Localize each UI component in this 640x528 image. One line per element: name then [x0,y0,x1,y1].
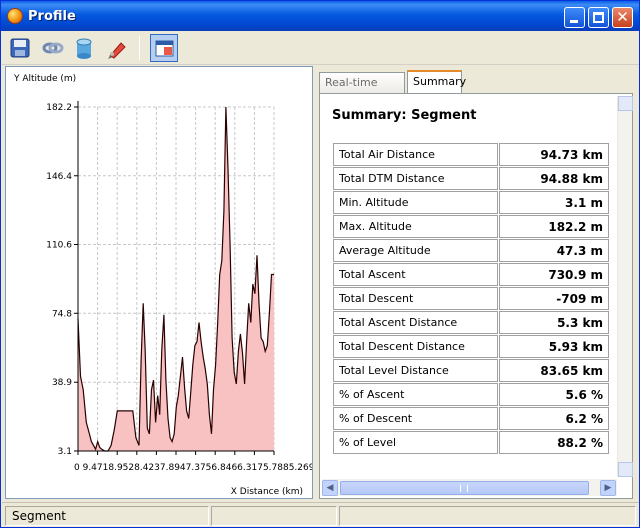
summary-table: Total Air Distance 94.73 km Total DTM Dist… [332,142,610,455]
summary-row: Total DTM Distance 94.88 km [333,167,609,190]
grip-icon [460,485,468,492]
y-tick-label: 182.2 [46,103,72,113]
maximize-button[interactable] [588,7,609,28]
summary-value: 6.2 % [499,407,609,430]
horizontal-scroll-thumb[interactable] [340,481,589,495]
scroll-down-icon[interactable] [618,462,633,477]
scroll-right-icon[interactable]: ▶ [600,480,616,496]
summary-label: % of Ascent [333,383,498,406]
summary-value: 47.3 m [499,239,609,262]
y-tick-label: 3.1 [58,447,72,457]
profile-chart: Y Altitude (m) X Distance (km) 3.1 38.9 74.8… [5,66,335,499]
summary-panel: Real-time Profile Summary Summary: Segme… [319,66,633,499]
summary-label: Total Ascent Distance [333,311,498,334]
summary-value: 5.6 % [499,383,609,406]
minimize-icon [570,20,578,23]
summary-heading: Summary: Segment [332,108,477,123]
status-segment: Segment [5,506,209,526]
link-button[interactable] [38,34,66,62]
summary-label: Total Ascent [333,263,498,286]
summary-label: Average Altitude [333,239,498,262]
y-tick-label: 38.9 [52,378,72,388]
summary-value: 94.88 km [499,167,609,190]
summary-value: -709 m [499,287,609,310]
summary-value: 88.2 % [499,431,609,454]
tab-summary[interactable]: Summary [407,70,466,94]
summary-row: % of Descent 6.2 % [333,407,609,430]
summary-row: Total Air Distance 94.73 km [333,143,609,166]
y-tick-label: 74.8 [52,309,72,319]
window-layout-icon [155,40,174,57]
status-cell-3 [339,506,636,526]
scroll-up-icon[interactable] [618,96,633,111]
close-icon: ✕ [616,8,629,26]
summary-label: Total Descent [333,287,498,310]
summary-row: Min. Altitude 3.1 m [333,191,609,214]
profile-window: Profile ✕ Y Altitude (m) X Distance (km)… [0,0,640,528]
close-button[interactable]: ✕ [612,7,633,28]
y-axis-label: Y Altitude (m) [13,74,76,84]
summary-label: Min. Altitude [333,191,498,214]
summary-row: Max. Altitude 182.2 m [333,215,609,238]
minimize-button[interactable] [564,7,585,28]
title-bar[interactable]: Profile ✕ [1,1,639,31]
tab-real-time-profile[interactable]: Real-time Profile [319,72,405,109]
y-tick-label: 146.4 [46,172,72,182]
x-axis-label: X Distance (km) [231,487,303,497]
x-tick-labels: 0 9.4718.9528.4237.8947.3756.8466.3175.7… [74,463,312,473]
status-bar: Segment [2,502,639,527]
summary-row: Total Descent Distance 5.93 km [333,335,609,358]
window-title: Profile [28,9,76,24]
pencil-button[interactable] [102,34,130,62]
horizontal-scrollbar[interactable]: ◀ ▶ [322,479,617,496]
summary-row: Average Altitude 47.3 m [333,239,609,262]
summary-value: 730.9 m [499,263,609,286]
summary-row: Total Ascent 730.9 m [333,263,609,286]
summary-row: Total Descent -709 m [333,287,609,310]
toolbar [2,31,639,65]
summary-value: 5.3 km [499,311,609,334]
summary-label: % of Descent [333,407,498,430]
database-icon [76,38,92,59]
vertical-scrollbar[interactable] [617,96,633,477]
y-tick-label: 110.6 [46,241,72,251]
summary-value: 83.65 km [499,359,609,382]
pencil-icon [108,42,126,59]
pane-splitter[interactable] [314,66,318,499]
summary-value: 3.1 m [499,191,609,214]
database-button[interactable] [70,34,98,62]
summary-row: Total Ascent Distance 5.3 km [333,311,609,334]
layout-button[interactable] [150,34,178,62]
save-button[interactable] [6,34,34,62]
summary-label: Max. Altitude [333,215,498,238]
app-icon [7,8,23,24]
summary-tab-content: Summary: Segment Total Air Distance 94.73… [319,93,633,499]
summary-label: Total DTM Distance [333,167,498,190]
summary-row: Total Level Distance 83.65 km [333,359,609,382]
link-icon [42,42,64,54]
summary-value: 94.73 km [499,143,609,166]
profile-chart-svg: Y Altitude (m) X Distance (km) 3.1 38.9 74.8… [13,74,335,497]
summary-label: Total Descent Distance [333,335,498,358]
status-cell-2 [211,506,337,526]
summary-value: 182.2 m [499,215,609,238]
summary-label: Total Level Distance [333,359,498,382]
toolbar-separator [139,36,140,60]
summary-row: % of Level 88.2 % [333,431,609,454]
summary-label: Total Air Distance [333,143,498,166]
save-icon [10,38,30,58]
summary-value: 5.93 km [499,335,609,358]
summary-row: % of Ascent 5.6 % [333,383,609,406]
maximize-icon [593,12,604,23]
summary-label: % of Level [333,431,498,454]
scroll-left-icon[interactable]: ◀ [322,480,338,496]
